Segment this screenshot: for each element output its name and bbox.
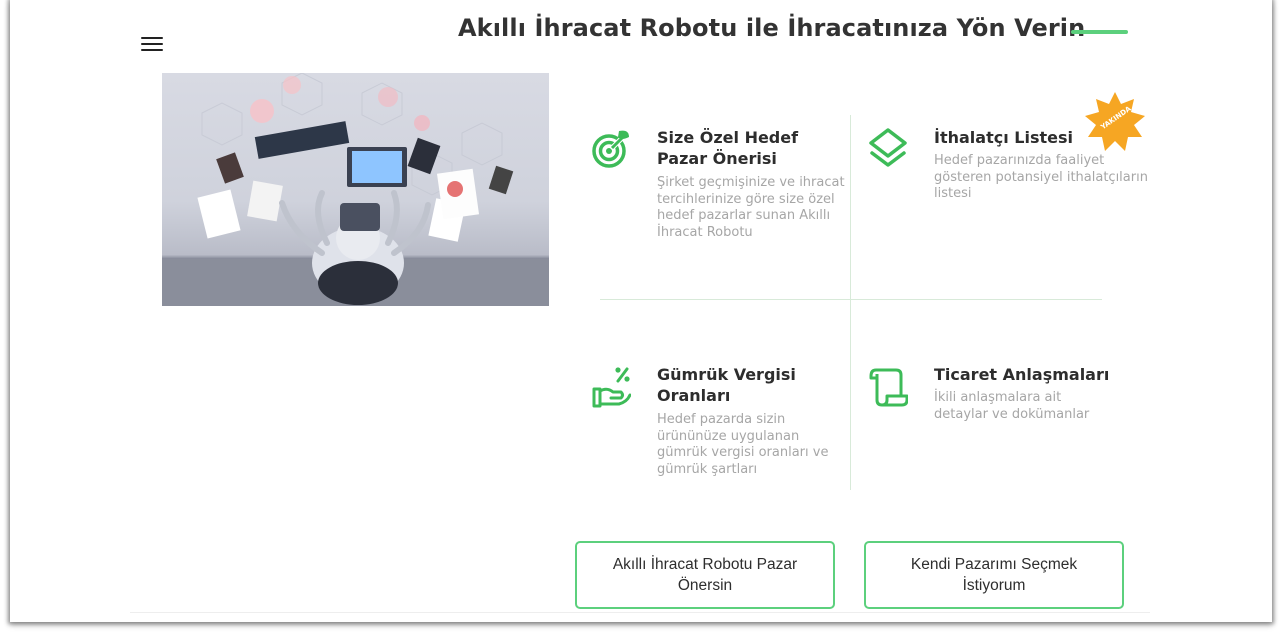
- hamburger-menu-icon[interactable]: [141, 37, 163, 51]
- feature-title: Size Özel Hedef Pazar Önerisi: [657, 128, 799, 168]
- feature-title: Gümrük Vergisi Oranları: [657, 365, 796, 405]
- feature-title: Ticaret Anlaşmaları: [934, 365, 1110, 384]
- feature-description: Şirket geçmişinize ve ihracat tercihleri…: [657, 175, 845, 240]
- layers-icon: [869, 128, 907, 167]
- hero-image: [162, 73, 549, 306]
- feature-description: Hedef pazarınızda faaliyet gösteren pota…: [934, 153, 1148, 201]
- page-title: Akıllı İhracat Robotu ile İhracatınıza Y…: [458, 14, 1086, 42]
- grid-divider-vertical: [850, 115, 851, 490]
- hand-percent-icon: [592, 367, 631, 408]
- feature-description: İkili anlaşmalara ait detaylar ve doküma…: [934, 390, 1090, 422]
- target-leaf-icon: [592, 130, 629, 168]
- bottom-divider: [130, 612, 1150, 613]
- scroll-document-icon: [869, 368, 908, 407]
- feature-description: Hedef pazarda sizin ürününüze uygulanan …: [657, 412, 829, 477]
- choose-own-market-button[interactable]: Kendi Pazarımı Seçmek İstiyorum: [864, 541, 1124, 609]
- title-underline: [1071, 30, 1128, 34]
- robot-suggest-market-button[interactable]: Akıllı İhracat Robotu Pazar Önersin: [575, 541, 835, 609]
- grid-divider-horizontal: [600, 299, 1102, 300]
